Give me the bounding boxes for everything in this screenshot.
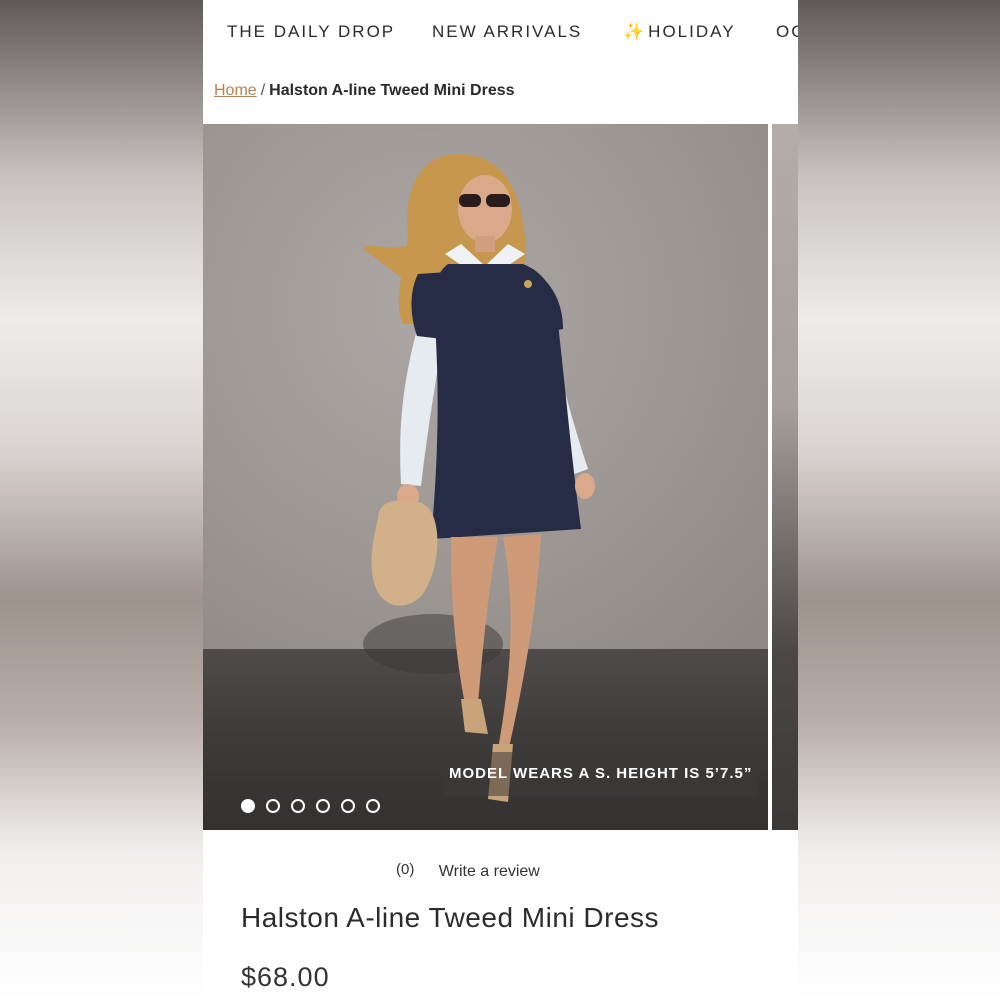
background-left <box>0 0 203 1000</box>
nav-item-holiday-label: HOLIDAY <box>648 22 736 41</box>
model-photo <box>363 154 595 802</box>
background-right <box>798 0 1000 1000</box>
nav-item-holiday[interactable]: ✨ HOLIDAY <box>623 22 736 42</box>
product-page: THE DAILY DROP NEW ARRIVALS ✨HOLIDAY OC … <box>203 0 798 1000</box>
nav-item-new-arrivals[interactable]: NEW ARRIVALS <box>432 22 582 42</box>
product-title: Halston A-line Tweed Mini Dress <box>241 902 660 933</box>
review-count: (0) <box>396 861 415 878</box>
write-review-link[interactable]: Write a review <box>439 863 540 880</box>
breadcrumb: Home / Halston A-line Tweed Mini Dress <box>214 82 515 100</box>
model-size-caption: MODEL WEARS A S. HEIGHT IS 5’7.5” <box>443 752 758 796</box>
product-image-next-peek[interactable] <box>772 124 798 830</box>
slide-dot-5[interactable] <box>341 799 355 813</box>
sparkles-icon: ✨ <box>623 22 647 41</box>
nav-item-the-daily-drop[interactable]: THE DAILY DROP <box>227 22 395 42</box>
product-image-gallery[interactable]: MODEL WEARS A S. HEIGHT IS 5’7.5” <box>203 124 798 830</box>
reviews-summary: (0) Write a review <box>396 861 540 880</box>
top-navigation: THE DAILY DROP NEW ARRIVALS ✨HOLIDAY OC <box>203 0 798 64</box>
slide-dot-4[interactable] <box>316 799 330 813</box>
nav-item-truncated[interactable]: OC <box>776 22 798 42</box>
breadcrumb-current: Halston A-line Tweed Mini Dress <box>269 82 515 99</box>
product-image-main[interactable]: MODEL WEARS A S. HEIGHT IS 5’7.5” <box>203 124 768 830</box>
slide-dot-1[interactable] <box>241 799 255 813</box>
slide-dot-6[interactable] <box>366 799 380 813</box>
product-price: $68.00 <box>241 962 330 992</box>
breadcrumb-separator: / <box>260 82 266 99</box>
slide-dot-2[interactable] <box>266 799 280 813</box>
breadcrumb-home-link[interactable]: Home <box>214 82 257 99</box>
slide-dot-3[interactable] <box>291 799 305 813</box>
